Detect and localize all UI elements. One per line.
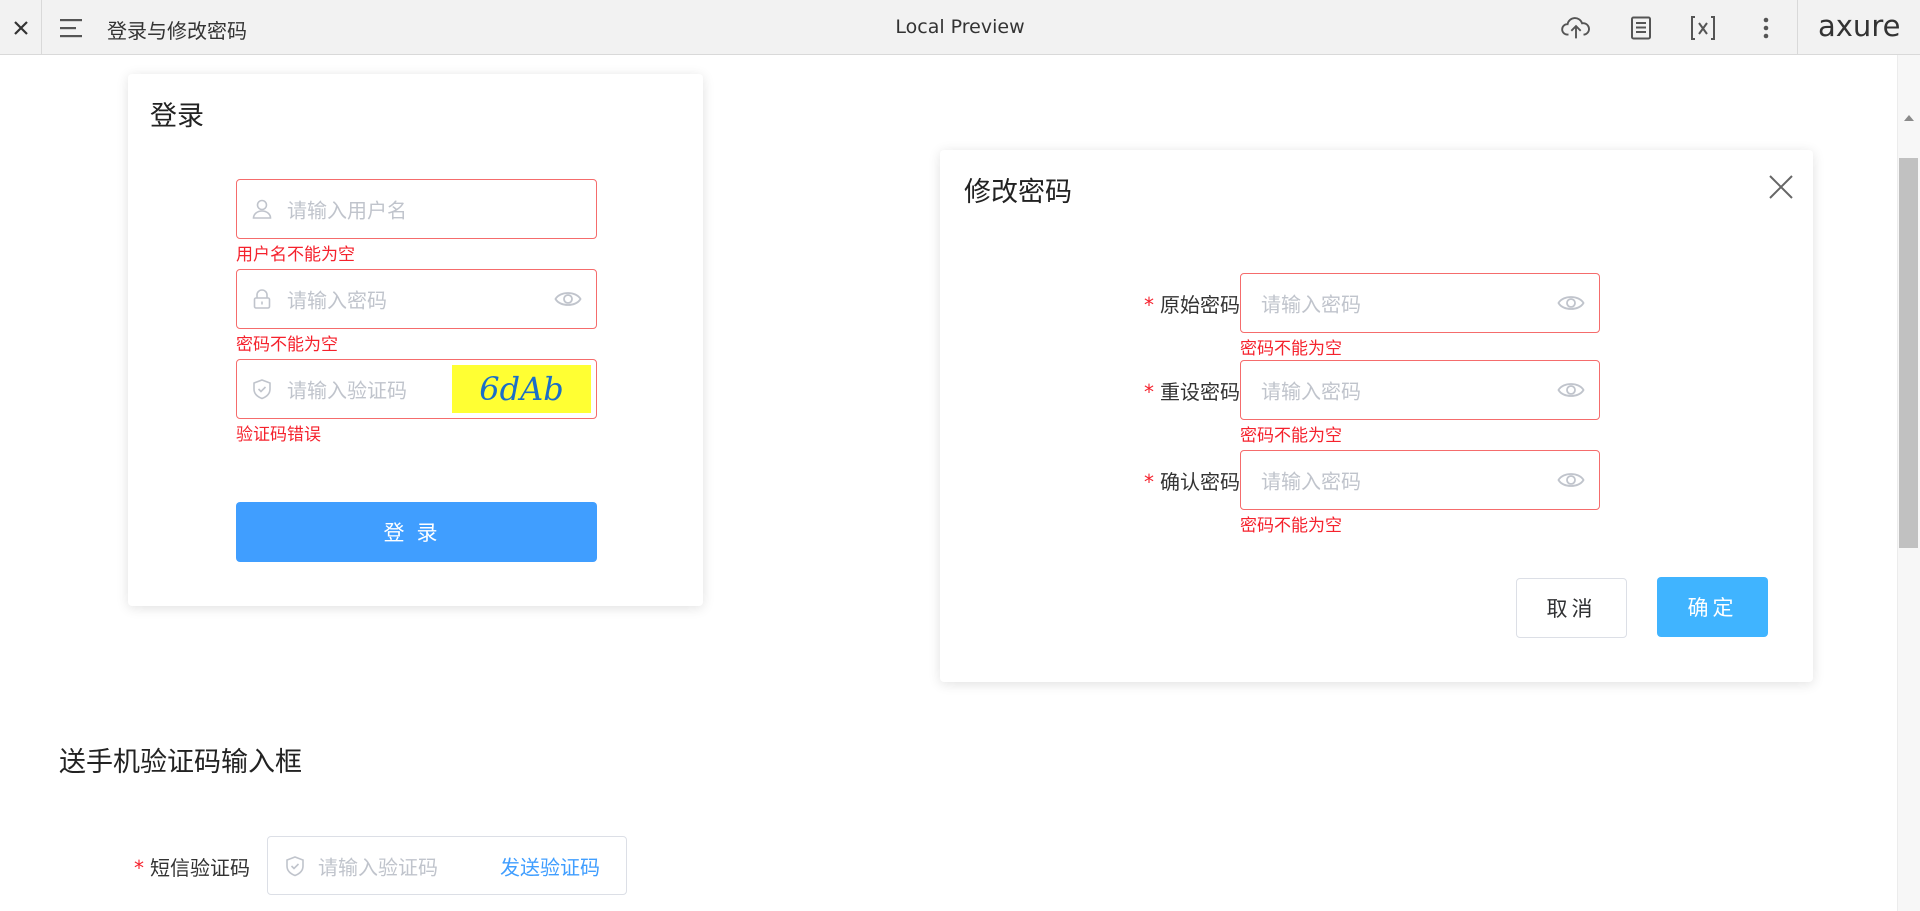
close-icon: [13, 20, 28, 35]
more-icon: [1763, 17, 1769, 39]
variables-button[interactable]: [1688, 14, 1718, 42]
shield-icon: [286, 855, 304, 876]
confirm-password-label-text: 确认密码: [1160, 470, 1240, 494]
preview-toolbar: 登录与修改密码 Local Preview axure: [0, 0, 1920, 55]
sms-code-input[interactable]: 请输入验证码 发送验证码: [267, 836, 627, 895]
send-code-link[interactable]: 发送验证码: [500, 851, 600, 880]
cloud-upload-icon: [1561, 17, 1590, 39]
sms-code-placeholder: 请输入验证码: [318, 855, 438, 879]
reset-password-label-text: 重设密码: [1160, 380, 1240, 404]
variable-icon: [1691, 16, 1715, 40]
login-card: 登录 请输入用户名 用户名不能为空 请输入密码 密码不能为空 请输入验证码 6d…: [128, 74, 703, 606]
confirm-password-error: 密码不能为空: [1240, 516, 1342, 536]
cancel-button[interactable]: 取消: [1516, 578, 1627, 638]
confirm-password-placeholder: 请输入密码: [1261, 469, 1361, 494]
password-placeholder: 请输入密码: [287, 288, 387, 313]
captcha-input[interactable]: 请输入验证码 6dAb: [236, 359, 597, 419]
sms-section-title: 送手机验证码输入框: [59, 747, 302, 778]
eye-icon[interactable]: [554, 289, 582, 309]
captcha-placeholder: 请输入验证码: [287, 378, 407, 403]
shield-icon: [253, 379, 271, 400]
username-input[interactable]: 请输入用户名: [236, 179, 597, 239]
scroll-up-arrow-icon[interactable]: [1904, 115, 1914, 121]
scrollbar-thumb[interactable]: [1899, 158, 1918, 548]
original-password-input[interactable]: 请输入密码: [1240, 273, 1600, 333]
confirm-password-input[interactable]: 请输入密码: [1240, 450, 1600, 510]
password-input[interactable]: 请输入密码: [236, 269, 597, 329]
eye-icon[interactable]: [1557, 293, 1585, 313]
close-button[interactable]: [0, 0, 42, 55]
original-password-label: * 原始密码: [1110, 289, 1240, 318]
confirm-button[interactable]: 确定: [1657, 577, 1768, 637]
document-icon: [1631, 16, 1651, 40]
sms-code-label: * 短信验证码: [120, 852, 250, 881]
required-mark: *: [1144, 380, 1154, 404]
axure-logo: axure: [1818, 9, 1901, 43]
project-title: 登录与修改密码: [107, 19, 247, 43]
password-error: 密码不能为空: [236, 335, 338, 355]
reset-password-error: 密码不能为空: [1240, 426, 1342, 446]
required-mark: *: [1144, 470, 1154, 494]
more-button[interactable]: [1751, 14, 1781, 42]
login-title: 登录: [150, 101, 204, 132]
notes-button[interactable]: [1626, 14, 1656, 42]
original-password-placeholder: 请输入密码: [1261, 292, 1361, 317]
publish-button[interactable]: [1561, 14, 1591, 42]
menu-icon: [60, 19, 82, 38]
login-button[interactable]: 登录: [236, 502, 597, 562]
original-password-error: 密码不能为空: [1240, 339, 1342, 359]
original-password-label-text: 原始密码: [1160, 293, 1240, 317]
captcha-error: 验证码错误: [236, 425, 321, 445]
user-icon: [252, 199, 272, 219]
change-password-dialog: 修改密码 * 原始密码 请输入密码 密码不能为空 * 重设密码 请输入密码 密码不能…: [940, 150, 1813, 682]
close-icon[interactable]: [1768, 174, 1794, 200]
sms-code-label-text: 短信验证码: [150, 856, 250, 880]
eye-icon[interactable]: [1557, 380, 1585, 400]
change-password-title: 修改密码: [964, 177, 1072, 208]
eye-icon[interactable]: [1557, 470, 1585, 490]
preview-mode-label: Local Preview: [895, 16, 1025, 38]
reset-password-label: * 重设密码: [1110, 376, 1240, 405]
reset-password-placeholder: 请输入密码: [1261, 379, 1361, 404]
reset-password-input[interactable]: 请输入密码: [1240, 360, 1600, 420]
username-error: 用户名不能为空: [236, 245, 355, 265]
required-mark: *: [1144, 293, 1154, 317]
username-placeholder: 请输入用户名: [287, 198, 407, 223]
confirm-password-label: * 确认密码: [1110, 466, 1240, 495]
required-mark: *: [134, 856, 144, 880]
toolbar-divider: [1797, 0, 1798, 55]
captcha-image[interactable]: 6dAb: [452, 365, 591, 413]
lock-icon: [253, 289, 271, 309]
menu-button[interactable]: [60, 17, 86, 39]
